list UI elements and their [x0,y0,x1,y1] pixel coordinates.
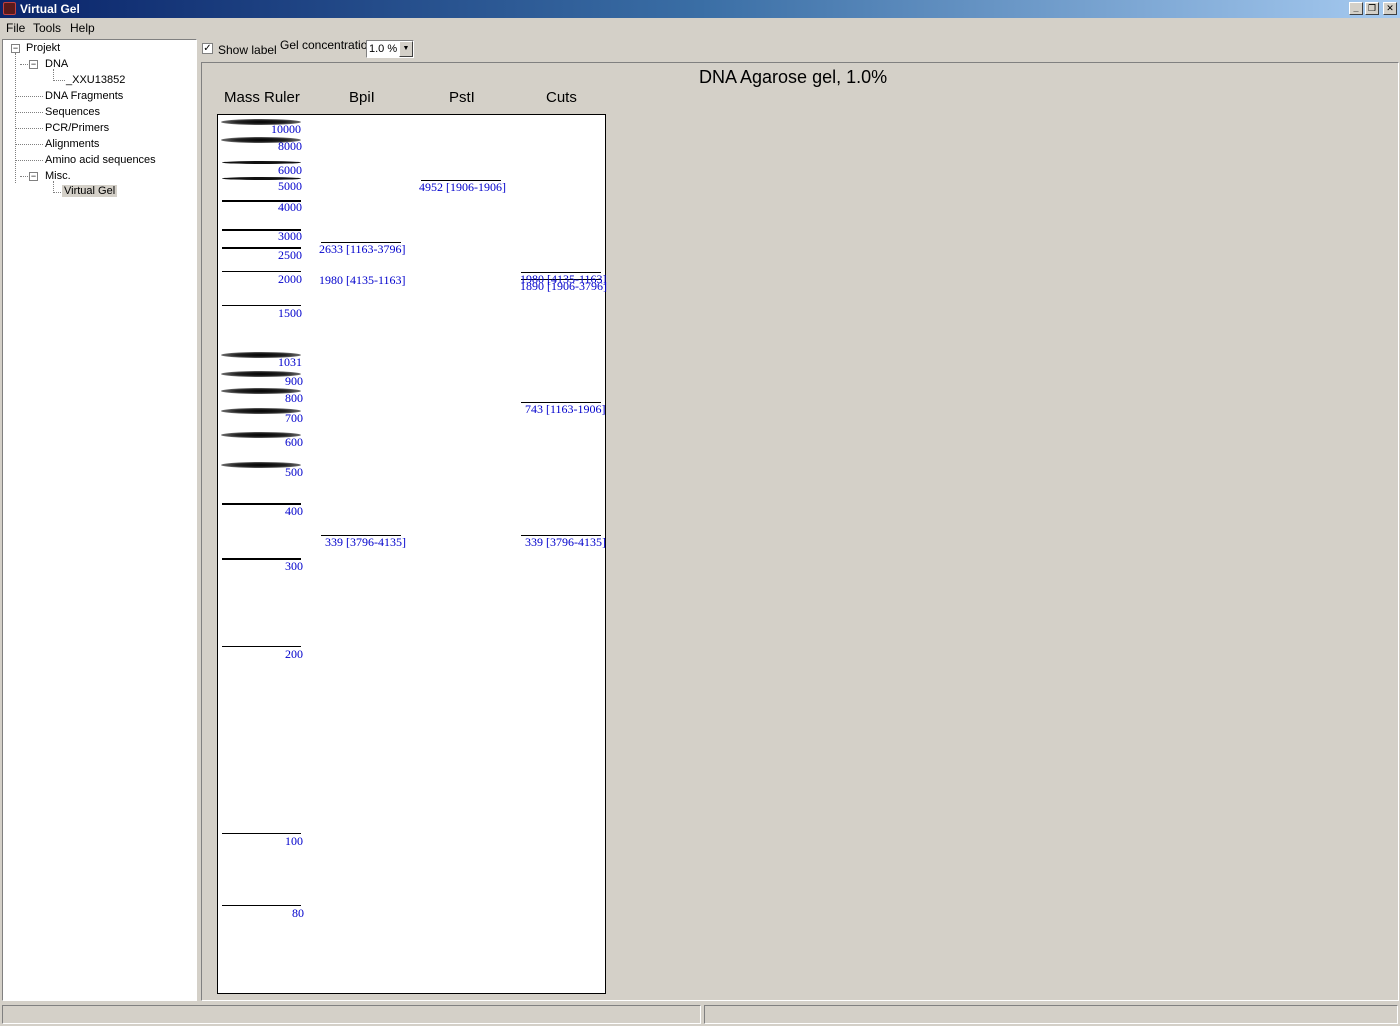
menu-tools[interactable]: Tools [33,21,61,35]
menu-file[interactable]: File [6,21,25,35]
lane-header-pstl: PstI [449,89,475,106]
minimize-button[interactable]: _ [1349,2,1363,15]
tree-line [15,112,43,113]
window-title: Virtual Gel [20,2,80,16]
tree-node-dna[interactable]: DNA [45,58,68,70]
marker-label: 2500 [278,248,302,262]
tree-node-amino-acid-sequences[interactable]: Amino acid sequences [45,154,156,166]
marker-label: 4000 [278,200,302,214]
app-icon [3,2,16,15]
tree-node-projekt[interactable]: Projekt [26,42,60,54]
marker-label: 600 [285,435,303,449]
lane-header-bpil: BpiI [349,89,375,106]
marker-label: 900 [285,374,303,388]
band-label: 339 [3796-4135] [325,535,406,549]
gel-box [217,114,606,994]
lane-header-cuts: Cuts [546,89,577,106]
band-label: 2633 [1163-3796] [319,242,406,256]
marker-label: 3000 [278,229,302,243]
tree-node-dna-sequence[interactable]: _XXU13852 [66,74,125,86]
marker-label: 10000 [271,122,301,136]
tree-line [15,144,43,145]
gel-title: DNA Agarose gel, 1.0% [699,67,888,87]
tree-line [53,80,65,81]
marker-label: 300 [285,559,303,573]
project-tree[interactable]: − Projekt − DNA _XXU13852 DNA Fragments … [2,39,197,1001]
chevron-down-icon[interactable]: ▼ [399,41,413,57]
band-label: 1980 [4135-1163] [319,273,406,287]
collapse-icon[interactable]: − [29,172,38,181]
pane-splitter[interactable] [197,39,200,1001]
tree-node-sequences[interactable]: Sequences [45,106,100,118]
gel-concentration-label: Gel concentration [280,38,375,52]
restore-button[interactable]: ❐ [1365,2,1379,15]
marker-label: 2000 [278,272,302,286]
close-button[interactable]: ✕ [1383,2,1397,15]
marker-label: 500 [285,465,303,479]
status-pane-right [704,1005,1398,1024]
menu-bar: File Tools Help [0,18,1400,37]
lane-header-mass-ruler: Mass Ruler [224,89,300,106]
marker-label: 1031 [278,355,302,369]
marker-label: 5000 [278,179,302,193]
tree-line [15,53,16,183]
marker-label: 6000 [278,163,302,177]
marker-label: 1500 [278,306,302,320]
status-bar [0,1003,1400,1026]
tree-node-alignments[interactable]: Alignments [45,138,99,150]
tree-line [15,128,43,129]
tree-node-misc[interactable]: Misc. [45,170,71,182]
gel-concentration-select[interactable]: 1.0 % ▼ [366,40,414,58]
marker-label: 8000 [278,139,302,153]
marker-label: 700 [285,411,303,425]
tree-node-virtual-gel[interactable]: Virtual Gel [62,185,118,197]
show-label-text[interactable]: Show label [218,43,277,57]
tree-line [15,96,43,97]
marker-label: 80 [292,906,304,920]
title-bar: Virtual Gel _ ❐ ✕ [0,0,1400,18]
marker-label: 400 [285,504,303,518]
band-label: 339 [3796-4135] [525,535,606,549]
collapse-icon[interactable]: − [11,44,20,53]
band-label: 743 [1163-1906] [525,402,606,416]
collapse-icon[interactable]: − [29,60,38,69]
tree-node-dna-fragments[interactable]: DNA Fragments [45,90,123,102]
tree-line [15,160,43,161]
status-pane-left [2,1005,701,1024]
band-label: 4952 [1906-1906] [419,180,506,194]
marker-label: 100 [285,834,303,848]
tree-node-pcr-primers[interactable]: PCR/Primers [45,122,109,134]
gel-band [222,905,301,906]
show-label-checkbox[interactable]: ✓ [202,43,213,54]
menu-help[interactable]: Help [70,21,95,35]
marker-label: 800 [285,391,303,405]
marker-label: 200 [285,647,303,661]
gel-concentration-value: 1.0 % [369,43,398,55]
band-label: 1890 [1906-3796] [520,279,607,293]
